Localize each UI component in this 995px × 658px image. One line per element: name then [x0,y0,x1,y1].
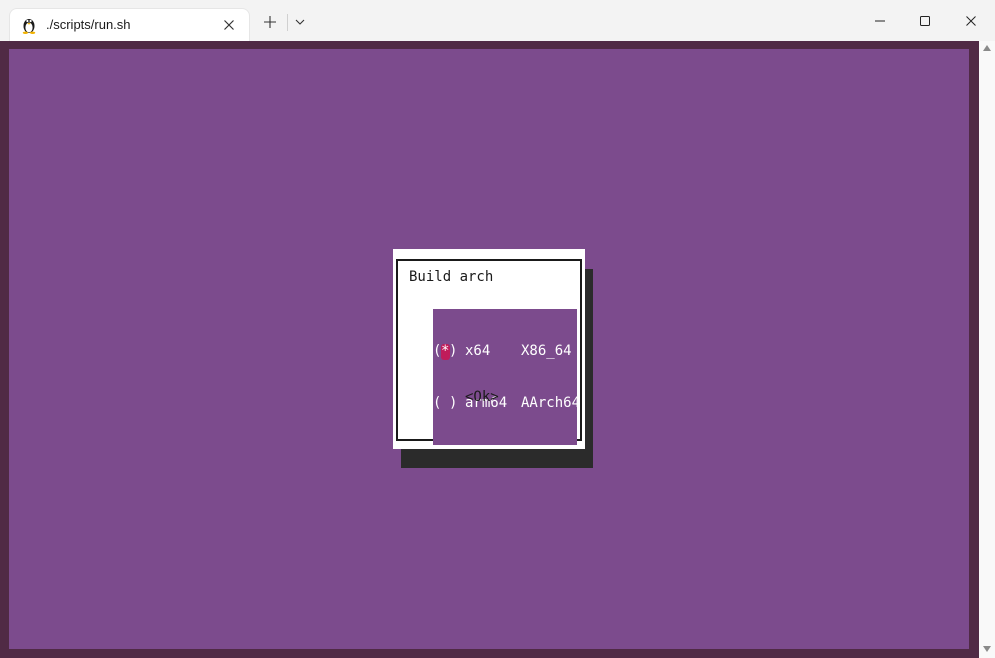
divider [287,14,288,31]
radio-close-paren: ) [449,395,458,411]
option-description: X86_64 [521,343,572,359]
build-arch-dialog: Build arch ( * ) x64 X86_64 ( ) arm64 AA… [393,249,585,449]
close-icon [966,16,976,26]
minimize-button[interactable] [868,10,892,32]
maximize-button[interactable] [913,10,937,32]
option-description: AArch64 [521,395,581,411]
title-bar: ./scripts/run.sh [0,0,995,41]
maximize-icon [920,16,930,26]
scrollbar[interactable] [979,41,995,658]
arrow-up-icon[interactable] [983,45,991,51]
radio-option-arm64[interactable]: ( ) arm64 AArch64 [433,393,581,413]
plus-icon[interactable] [262,14,278,30]
arrow-down-icon[interactable] [983,646,991,652]
tab-run-sh[interactable]: ./scripts/run.sh [10,9,249,41]
option-name: x64 [465,343,491,359]
window-close-button[interactable] [959,10,983,32]
radio-close-paren: ) [449,343,458,359]
minimize-icon [875,20,885,22]
radio-list: ( * ) x64 X86_64 ( ) arm64 AArch64 [433,309,581,445]
close-icon[interactable] [221,17,237,33]
dialog-title: Build arch [409,269,494,285]
radio-option-x64[interactable]: ( * ) x64 X86_64 [433,341,577,361]
tab-title: ./scripts/run.sh [46,17,131,32]
chevron-down-icon[interactable] [293,15,307,29]
linux-penguin-icon [22,19,36,34]
ok-button[interactable]: <Ok> [465,389,499,405]
